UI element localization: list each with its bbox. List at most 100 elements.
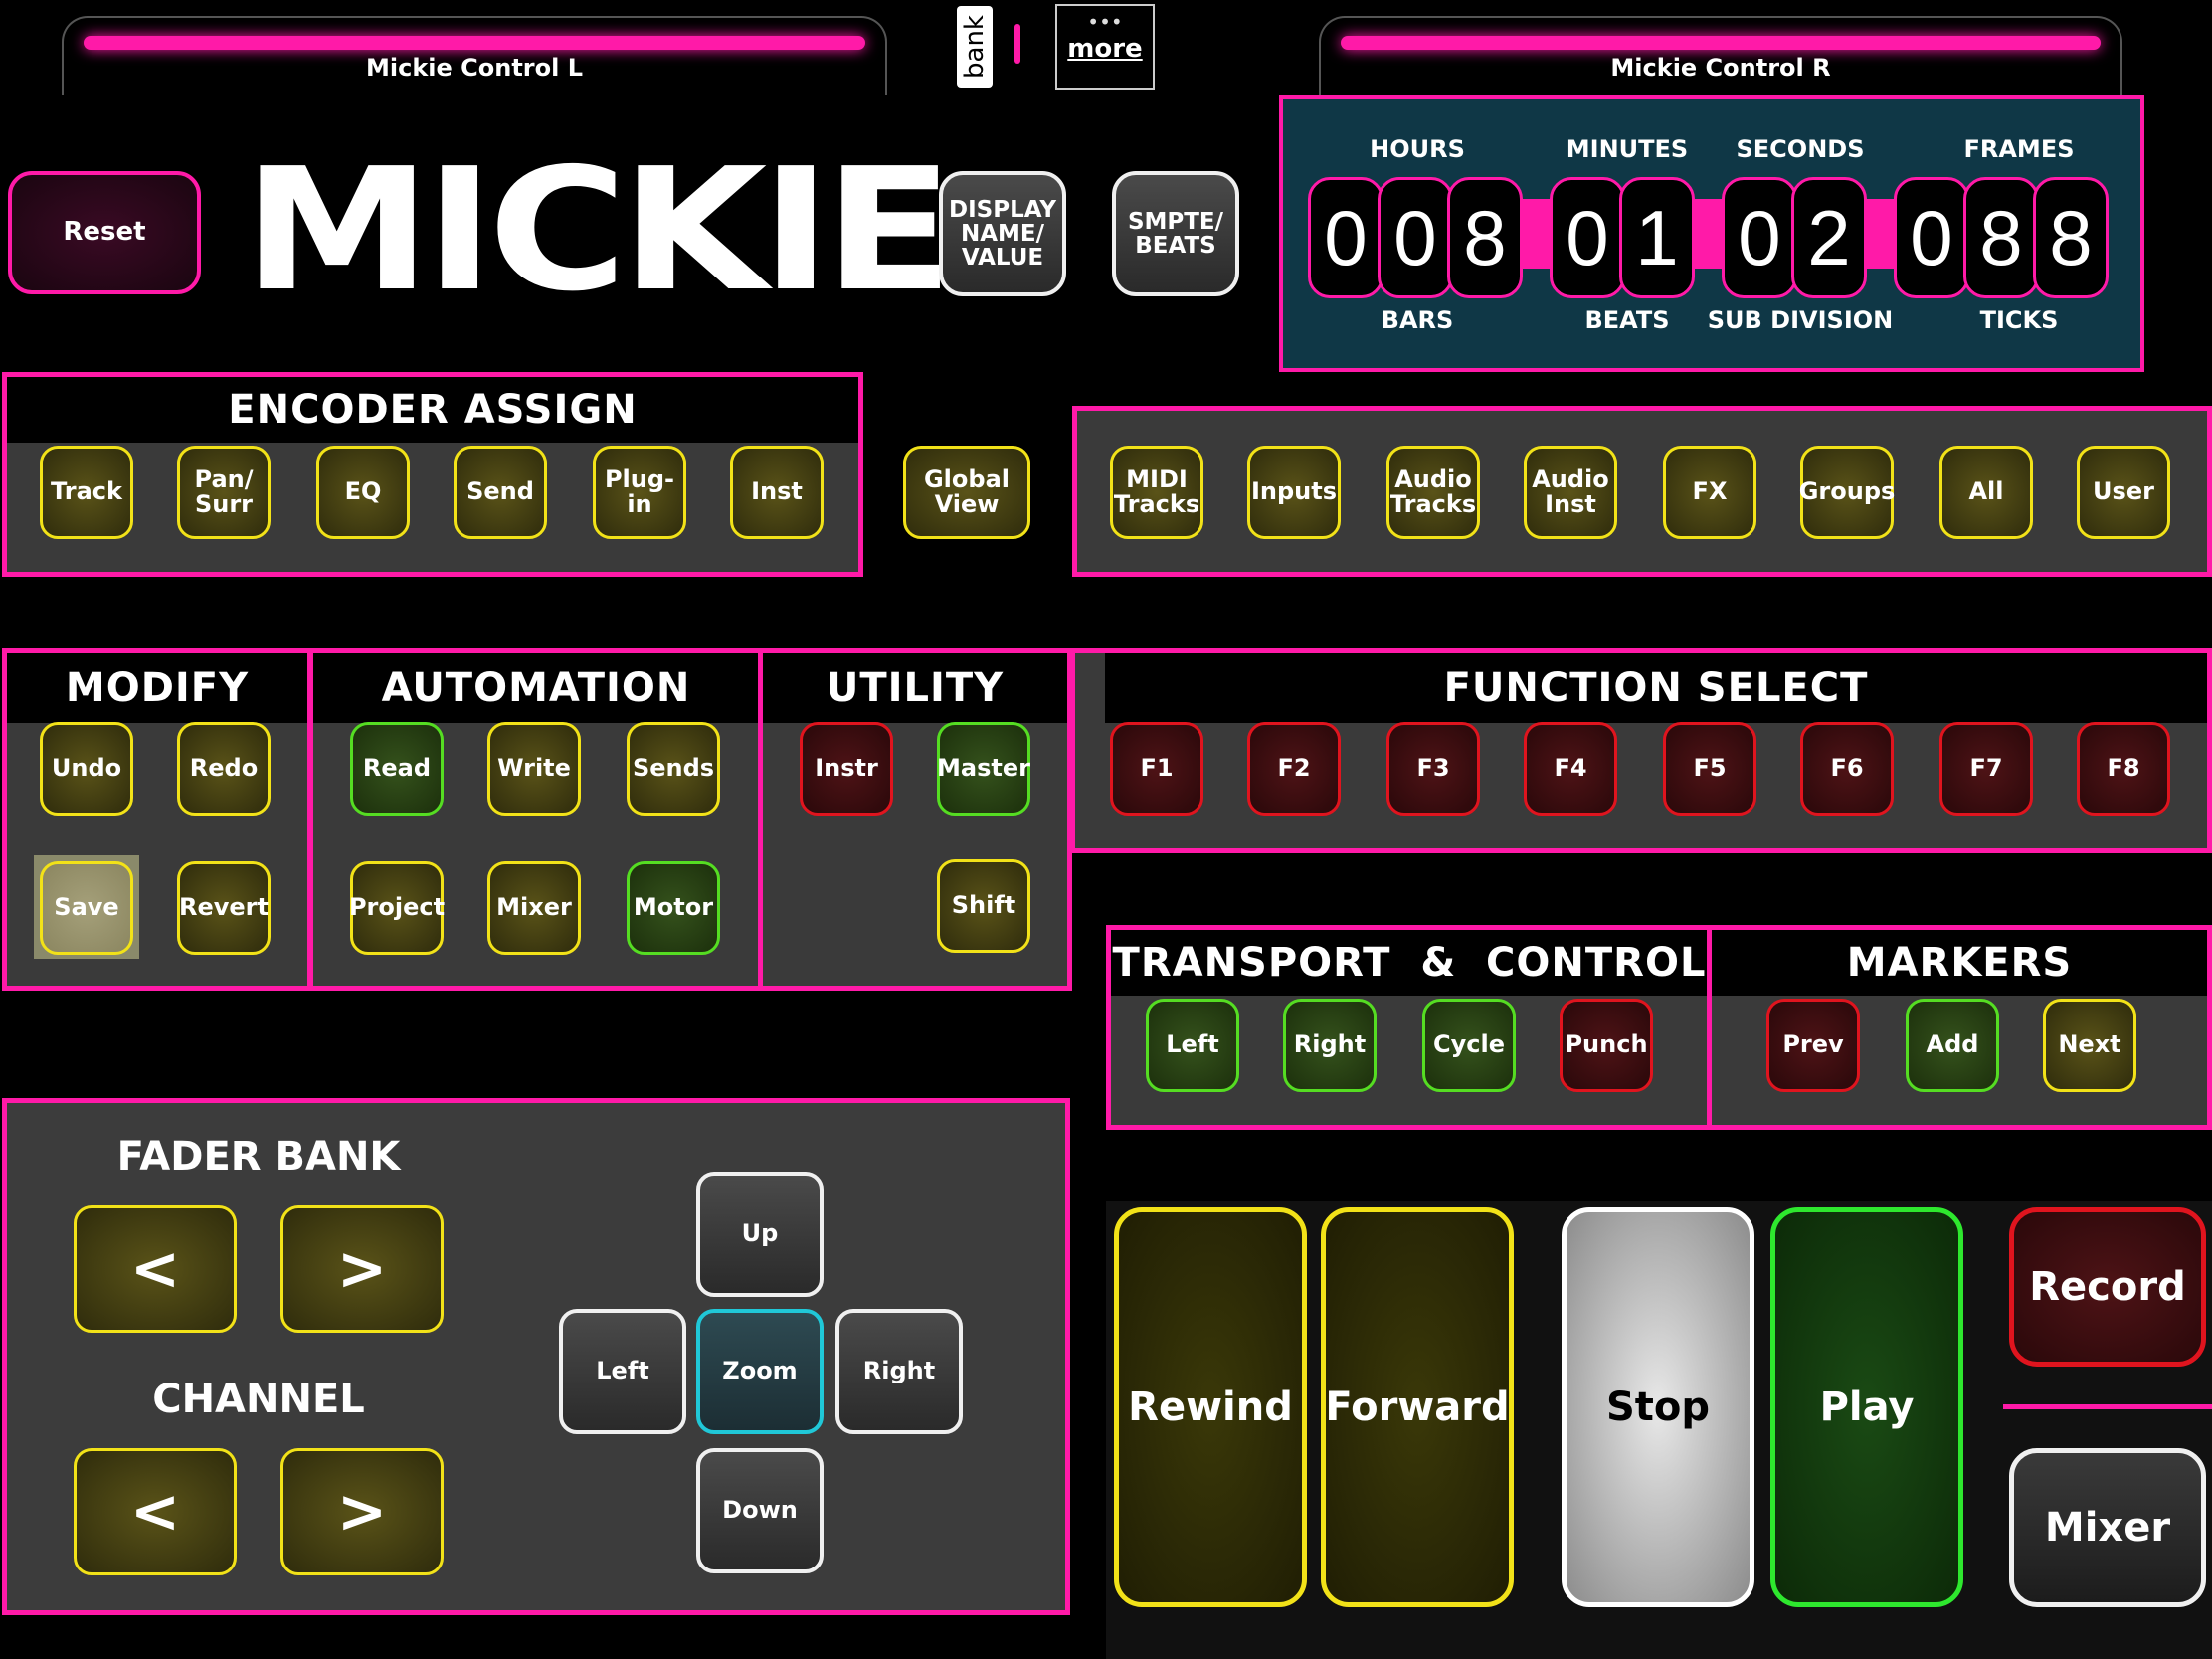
marker-add-button[interactable]: Add: [1906, 999, 1999, 1092]
automation-mixer-button[interactable]: Mixer: [487, 861, 581, 955]
project-button[interactable]: Project: [349, 861, 445, 955]
view-all-button[interactable]: All: [1939, 446, 2033, 539]
f4-button[interactable]: F4: [1524, 722, 1617, 816]
nav-right-button[interactable]: Right: [835, 1309, 963, 1434]
timecode-digit: 0: [1550, 177, 1625, 298]
revert-button[interactable]: Revert: [177, 861, 271, 955]
record-mixer-divider: [2003, 1404, 2212, 1409]
transport-left-button[interactable]: Left: [1146, 999, 1239, 1092]
read-button[interactable]: Read: [350, 722, 444, 816]
hours-label: HOURS: [1370, 135, 1465, 163]
encoder-inst-button[interactable]: Inst: [730, 446, 824, 539]
timecode-digit: 8: [1447, 177, 1523, 298]
timecode-digit: 8: [1963, 177, 2039, 298]
rewind-button[interactable]: Rewind: [1114, 1207, 1307, 1607]
timecode-digit: 8: [2033, 177, 2109, 298]
bank-button[interactable]: bank: [957, 6, 993, 88]
write-button[interactable]: Write: [487, 722, 581, 816]
view-audio-tracks-button[interactable]: Audio Tracks: [1386, 446, 1480, 539]
nav-left-button[interactable]: Left: [559, 1309, 686, 1434]
redo-button[interactable]: Redo: [177, 722, 271, 816]
stop-button[interactable]: Stop: [1562, 1207, 1754, 1607]
save-button[interactable]: Save: [40, 861, 133, 955]
punch-button[interactable]: Punch: [1560, 999, 1653, 1092]
f6-button[interactable]: F6: [1800, 722, 1894, 816]
bars-label: BARS: [1381, 306, 1454, 334]
reset-button[interactable]: Reset: [8, 171, 201, 294]
play-button[interactable]: Play: [1770, 1207, 1963, 1607]
encoder-track-button[interactable]: Track: [40, 446, 133, 539]
fader-bank-next-button[interactable]: >: [280, 1205, 444, 1333]
cycle-button[interactable]: Cycle: [1422, 999, 1516, 1092]
view-inputs-button[interactable]: Inputs: [1247, 446, 1341, 539]
channel-prev-button[interactable]: <: [74, 1448, 237, 1575]
encoder-assign-title: ENCODER ASSIGN: [7, 377, 858, 443]
nav-up-button[interactable]: Up: [696, 1172, 824, 1297]
timecode-separator: [1522, 199, 1550, 269]
channel-next-button[interactable]: >: [280, 1448, 444, 1575]
nav-down-button[interactable]: Down: [696, 1448, 824, 1573]
master-button[interactable]: Master: [937, 722, 1030, 816]
transport-control-title: TRANSPORT & CONTROL: [1111, 930, 1708, 996]
beats-label: BEATS: [1584, 306, 1670, 334]
f1-button[interactable]: F1: [1110, 722, 1203, 816]
fader-bank-prev-button[interactable]: <: [74, 1205, 237, 1333]
bank-label: bank: [960, 15, 991, 79]
f2-button[interactable]: F2: [1247, 722, 1341, 816]
encoder-plugin-button[interactable]: Plug- in: [593, 446, 686, 539]
tab-label: Mickie Control L: [365, 54, 583, 82]
view-midi-tracks-button[interactable]: MIDI Tracks: [1110, 446, 1203, 539]
more-label: more: [1067, 34, 1143, 64]
tab-mickie-control-r[interactable]: Mickie Control R: [1319, 16, 2122, 95]
more-button[interactable]: ••• more: [1055, 4, 1155, 90]
timecode-digit: 0: [1378, 177, 1453, 298]
global-view-button[interactable]: Global View: [903, 446, 1030, 539]
seconds-label: SECONDS: [1736, 135, 1865, 163]
tab-indicator: [1341, 36, 2101, 50]
f3-button[interactable]: F3: [1386, 722, 1480, 816]
marker-next-button[interactable]: Next: [2043, 999, 2136, 1092]
encoder-eq-button[interactable]: EQ: [316, 446, 410, 539]
encoder-send-button[interactable]: Send: [454, 446, 547, 539]
bank-indicator: [1014, 24, 1020, 64]
view-user-button[interactable]: User: [2077, 446, 2170, 539]
f8-button[interactable]: F8: [2077, 722, 2170, 816]
transport-right-button[interactable]: Right: [1283, 999, 1377, 1092]
zoom-button[interactable]: Zoom: [696, 1309, 824, 1434]
view-groups-button[interactable]: Groups: [1799, 446, 1895, 539]
fader-bank-title: FADER BANK: [116, 1134, 401, 1180]
undo-button[interactable]: Undo: [40, 722, 133, 816]
modify-title: MODIFY: [7, 653, 307, 723]
sends-button[interactable]: Sends: [627, 722, 720, 816]
encoder-pan-surr-button[interactable]: Pan/ Surr: [177, 446, 271, 539]
utility-title: UTILITY: [763, 653, 1067, 723]
f7-button[interactable]: F7: [1939, 722, 2033, 816]
instr-button[interactable]: Instr: [800, 722, 893, 816]
forward-button[interactable]: Forward: [1321, 1207, 1514, 1607]
view-fx-button[interactable]: FX: [1663, 446, 1756, 539]
timecode-digit: 1: [1619, 177, 1695, 298]
mixer-button[interactable]: Mixer: [2009, 1448, 2206, 1607]
record-button[interactable]: Record: [2009, 1207, 2206, 1367]
timecode-separator: [1867, 199, 1895, 269]
display-name-value-button[interactable]: DISPLAY NAME/ VALUE: [939, 171, 1066, 296]
tab-indicator: [84, 36, 865, 50]
markers-title: MARKERS: [1712, 930, 2207, 996]
view-audio-inst-button[interactable]: Audio Inst: [1524, 446, 1617, 539]
f5-button[interactable]: F5: [1663, 722, 1756, 816]
shift-button[interactable]: Shift: [937, 859, 1030, 953]
function-select-title: FUNCTION SELECT: [1105, 653, 2207, 723]
ticks-label: TICKS: [1979, 306, 2059, 334]
marker-prev-button[interactable]: Prev: [1766, 999, 1860, 1092]
frames-label: FRAMES: [1963, 135, 2075, 163]
smpte-beats-button[interactable]: SMPTE/ BEATS: [1112, 171, 1239, 296]
timecode-digit: 0: [1894, 177, 1969, 298]
view-filter-panel: [1072, 406, 2212, 577]
tab-mickie-control-l[interactable]: Mickie Control L: [62, 16, 887, 95]
function-select-panel: FUNCTION SELECT: [1070, 648, 2212, 853]
channel-title: CHANNEL: [152, 1377, 365, 1422]
motor-button[interactable]: Motor: [627, 861, 720, 955]
timecode-digit: 2: [1791, 177, 1867, 298]
timecode-separator: [1695, 199, 1723, 269]
tab-label: Mickie Control R: [1610, 54, 1831, 82]
